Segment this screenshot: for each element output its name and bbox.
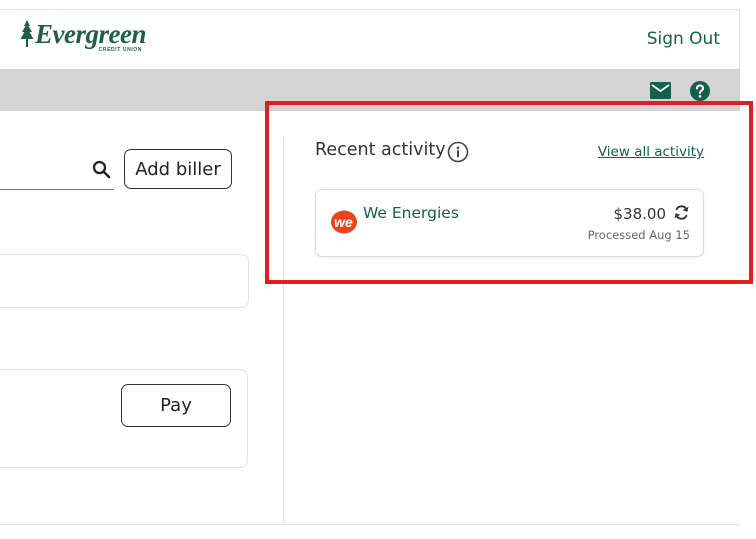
info-icon[interactable] (447, 141, 469, 163)
toolbar-band (0, 69, 740, 111)
recurring-icon (674, 205, 689, 220)
column-divider (283, 138, 284, 524)
pay-button[interactable]: Pay (121, 384, 231, 427)
tree-icon (20, 20, 34, 47)
biller-search-card (0, 254, 249, 308)
logo-subtitle: CREDIT UNION (98, 47, 142, 53)
we-energies-logo: we (331, 210, 357, 234)
payee-name-link[interactable]: We Energies (363, 204, 459, 222)
recent-activity-heading: Recent activity (315, 140, 446, 160)
view-all-activity-link[interactable]: View all activity (598, 144, 704, 160)
search-icon[interactable] (92, 160, 111, 179)
footer-divider (0, 524, 740, 525)
sign-out-link[interactable]: Sign Out (647, 29, 720, 49)
payment-amount: $38.00 (613, 205, 667, 223)
search-input[interactable] (0, 189, 114, 190)
evergreen-logo[interactable]: Evergreen CREDIT UNION (20, 20, 146, 60)
logo-wordmark: Evergreen (35, 19, 146, 49)
help-icon[interactable] (689, 80, 711, 102)
payee-logo-text: we (334, 214, 353, 230)
payment-status: Processed Aug 15 (587, 228, 690, 242)
add-biller-button[interactable]: Add biller (124, 149, 232, 189)
header-divider (0, 9, 740, 10)
mail-icon[interactable] (650, 82, 671, 99)
header-edge (739, 9, 740, 69)
activity-item[interactable]: we We Energies $38.00 Processed Aug 15 (315, 189, 704, 257)
